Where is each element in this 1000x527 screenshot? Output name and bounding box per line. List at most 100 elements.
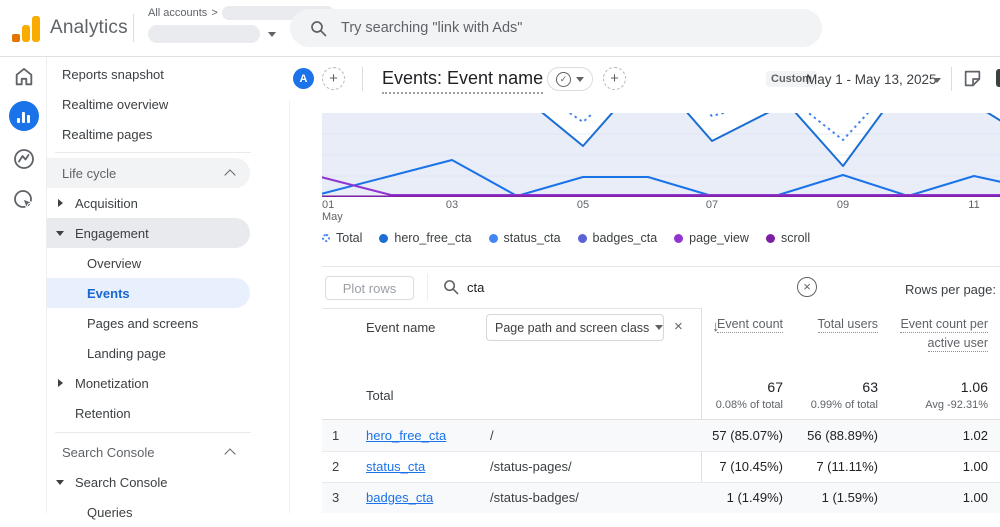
home-icon	[13, 66, 35, 88]
cropped-toolbar-icon[interactable]	[996, 69, 1000, 87]
column-header-event-count-per-active-user[interactable]: Event count per active user	[896, 315, 988, 353]
reports-nav-button[interactable]	[0, 101, 47, 131]
product-name: Analytics	[50, 17, 128, 39]
event-name-link[interactable]: hero_free_cta	[366, 428, 446, 443]
table-search-input[interactable]	[467, 280, 767, 295]
sidebar-item-monetization[interactable]: Monetization	[47, 368, 250, 398]
event-count-value: 7 (10.45%)	[719, 459, 783, 474]
explore-nav-button[interactable]	[0, 147, 47, 171]
sidebar-item-realtime-overview[interactable]: Realtime overview	[47, 89, 250, 119]
legend-dot-icon	[379, 234, 388, 243]
header-divider	[951, 67, 952, 91]
legend-dot-icon	[322, 234, 330, 242]
plot-rows-button[interactable]: Plot rows	[325, 276, 414, 300]
expand-right-icon	[58, 199, 63, 207]
date-range-selector[interactable]: May 1 - May 13, 2025	[806, 72, 937, 87]
select-caret-icon	[655, 325, 663, 330]
total-event-count-share: 0.08% of total	[716, 399, 783, 411]
expand-down-icon	[56, 231, 64, 236]
add-card-button[interactable]: +	[603, 67, 626, 90]
property-selector[interactable]	[148, 25, 276, 43]
add-report-tab-button[interactable]: +	[322, 67, 345, 90]
row-index: 1	[332, 428, 339, 443]
legend-item-badges_cta[interactable]: badges_cta	[578, 231, 658, 245]
sidebar-divider	[55, 432, 251, 433]
total-users-value: 1 (1.59%)	[822, 490, 878, 505]
legend-item-Total[interactable]: Total	[322, 231, 362, 245]
collapse-chevron-icon	[224, 169, 235, 180]
sidebar-item-realtime-pages[interactable]: Realtime pages	[47, 119, 250, 149]
search-placeholder: Try searching "link with Ads"	[341, 20, 522, 36]
notes-button[interactable]	[963, 69, 982, 93]
explore-icon	[12, 147, 36, 171]
page-path: /status-badges/	[490, 490, 579, 505]
row-index: 2	[332, 459, 339, 474]
legend-item-hero_free_cta[interactable]: hero_free_cta	[379, 231, 471, 245]
global-search-bar[interactable]: Try searching "link with Ads"	[290, 9, 822, 47]
sidebar-item-retention[interactable]: Retention	[47, 398, 250, 428]
table-search-icon	[443, 279, 459, 295]
table-total-row: Total 67 0.08% of total 63 0.99% of tota…	[322, 372, 1000, 420]
event-name-link[interactable]: status_cta	[366, 459, 425, 474]
advertising-nav-button[interactable]	[0, 188, 47, 212]
reports-icon	[9, 101, 39, 131]
sidebar-item-queries[interactable]: Queries	[47, 497, 250, 527]
table-header: Event name Page path and screen class × …	[322, 308, 1000, 372]
sidebar-item-reports-snapshot[interactable]: Reports snapshot	[47, 59, 250, 89]
secondary-dimension-select[interactable]: Page path and screen class	[486, 314, 664, 341]
expand-down-icon	[56, 480, 64, 485]
page-path: /	[490, 428, 494, 443]
property-caret-icon	[268, 32, 276, 37]
advertising-icon	[12, 188, 36, 212]
event-name-link[interactable]: badges_cta	[366, 490, 433, 505]
total-users: 63	[862, 379, 878, 395]
legend-item-scroll[interactable]: scroll	[766, 231, 810, 245]
clear-search-icon[interactable]: ×	[797, 277, 817, 297]
all-accounts-label: All accounts	[148, 7, 207, 19]
x-tick: 11	[959, 199, 989, 211]
table-toolbar: Plot rows × Rows per page:	[322, 267, 1000, 308]
table-row: 1 hero_free_cta / 57 (85.07%) 56 (88.89%…	[322, 420, 1000, 451]
legend-dot-icon	[489, 234, 498, 243]
sidebar-item-landing-page[interactable]: Landing page	[47, 338, 250, 368]
analytics-logo-icon	[12, 16, 42, 42]
column-header-event-name[interactable]: Event name	[366, 320, 435, 335]
report-tab-avatar[interactable]: A	[293, 68, 314, 89]
total-per-user-avg: Avg -92.31%	[925, 399, 988, 411]
sidebar-item-pages-and-screens[interactable]: Pages and screens	[47, 308, 250, 338]
content-divider	[289, 101, 290, 513]
reports-sidebar: Reports snapshot Realtime overview Realt…	[47, 57, 289, 513]
column-header-total-users[interactable]: Total users	[816, 315, 878, 334]
nav-rail	[0, 57, 47, 513]
breadcrumb-chevron: >	[211, 7, 217, 19]
chart-canvas	[322, 113, 1000, 197]
sidebar-item-engagement[interactable]: Engagement	[47, 218, 250, 248]
report-title[interactable]: Events: Event name	[382, 68, 543, 94]
per-user-value: 1.00	[963, 490, 988, 505]
app-bar: Analytics All accounts > Try searching "…	[0, 0, 1000, 57]
event-count-value: 1 (1.49%)	[727, 490, 783, 505]
remove-dimension-icon[interactable]: ×	[674, 318, 683, 335]
home-nav-button[interactable]	[0, 66, 47, 88]
x-tick: 03	[437, 199, 467, 211]
sidebar-item-overview[interactable]: Overview	[47, 248, 250, 278]
total-users-share: 0.99% of total	[811, 399, 878, 411]
legend-dot-icon	[674, 234, 683, 243]
x-tick: 09	[828, 199, 858, 211]
caret-down-icon	[576, 77, 584, 82]
search-icon	[310, 20, 327, 37]
x-tick: 07	[697, 199, 727, 211]
total-per-user: 1.06	[961, 379, 988, 395]
sidebar-item-events-active[interactable]: Events	[47, 278, 250, 308]
report-saved-indicator[interactable]: ✓	[547, 67, 593, 91]
sidebar-item-search-console[interactable]: Search Console	[47, 467, 250, 497]
column-header-event-count[interactable]: Event count	[713, 315, 783, 334]
legend-item-status_cta[interactable]: status_cta	[489, 231, 561, 245]
legend-item-page_view[interactable]: page_view	[674, 231, 749, 245]
sidebar-divider	[55, 152, 251, 153]
sidebar-section-life-cycle[interactable]: Life cycle	[47, 158, 250, 188]
rows-per-page-label[interactable]: Rows per page:	[905, 282, 996, 297]
check-circle-icon: ✓	[556, 72, 571, 87]
sidebar-item-acquisition[interactable]: Acquisition	[47, 188, 250, 218]
sidebar-section-search-console[interactable]: Search Console	[47, 437, 250, 467]
